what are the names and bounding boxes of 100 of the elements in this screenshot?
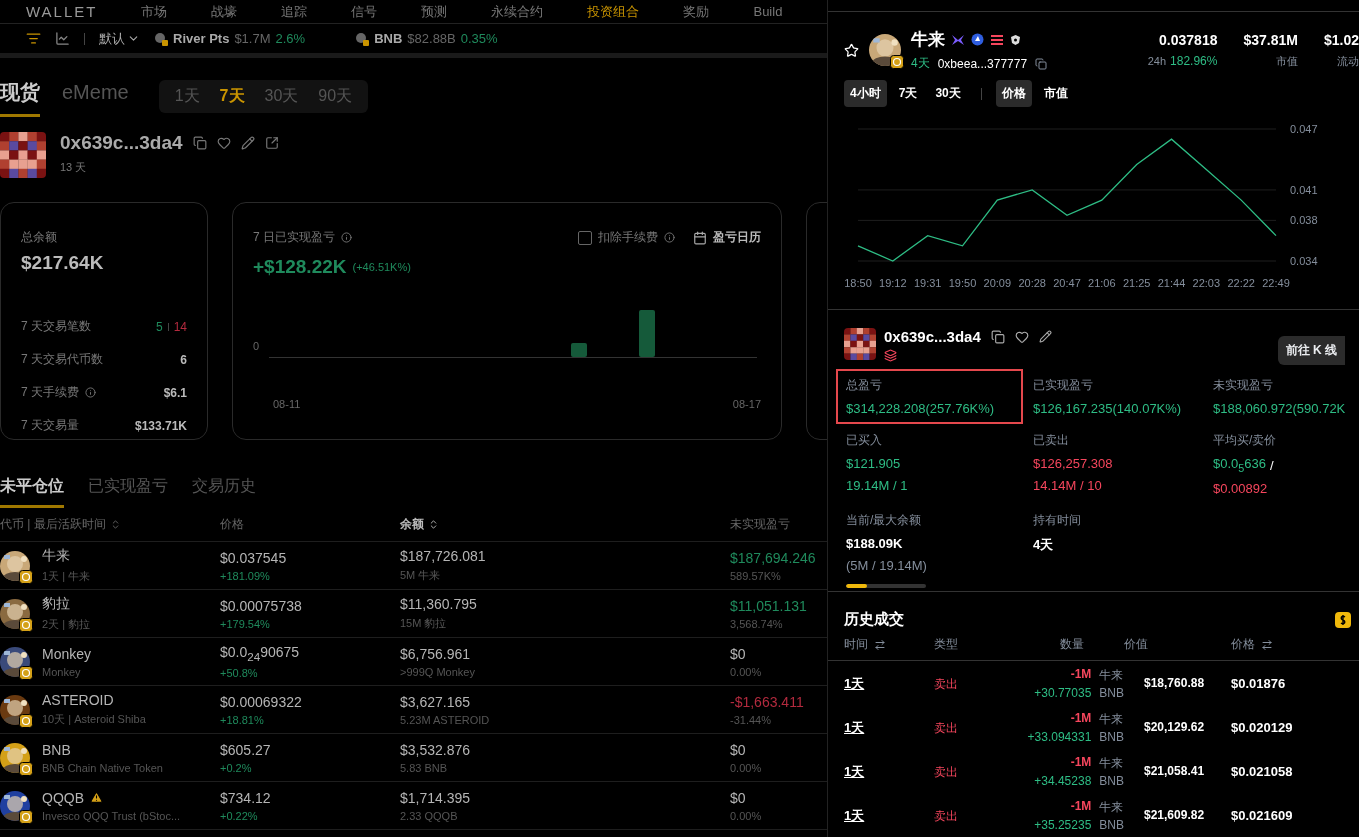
stat-label: 7 天手续费 [21, 384, 79, 401]
stat-value: 14.14M / 10 [1033, 478, 1103, 494]
column-header: 价格 [1231, 636, 1255, 653]
ticker-name[interactable]: BNB [374, 31, 403, 46]
unrealized-pnl: $0 [730, 741, 747, 758]
sort-icon[interactable] [428, 519, 439, 530]
nav-item[interactable]: 市场 [141, 2, 168, 21]
token-symbol: BNB [1099, 729, 1124, 744]
price-value: $605.27 [220, 741, 272, 758]
swap-icon[interactable] [874, 638, 886, 651]
price-value: $0.0$_{24}$90675 [220, 644, 301, 663]
token-symbol: 牛来 [1099, 710, 1124, 728]
fee-checkbox[interactable] [578, 230, 592, 245]
axis-label: 21:44 [1157, 277, 1186, 290]
period-tab[interactable]: 7天 [211, 83, 253, 109]
unrealized-pnl: $0 [730, 645, 747, 662]
chart-mode-tab[interactable]: 价格 [995, 80, 1032, 108]
stat-label: 未实现盈亏 [1213, 377, 1274, 395]
position-row[interactable]: QQQB Invesco QQQ Trust (bStoc... $734.12 +0.22% $1,714.395 2.33 QQQB $0 0.00% [0, 782, 827, 830]
calendar-link[interactable]: 盈亏日历 [713, 229, 761, 246]
edit-icon[interactable] [240, 136, 255, 150]
calendar-icon[interactable] [693, 230, 707, 245]
time-link[interactable]: 1天 [844, 719, 865, 735]
axis-label: 08-17 [732, 398, 761, 410]
position-row[interactable]: 牛来 1天 | 牛来 $0.037545 +181.09% $187,726.081 5M 牛来 $187,694.246 589.57K% [0, 542, 827, 590]
external-link-icon[interactable] [264, 136, 279, 150]
position-row[interactable]: Monkey Monkey $0.0$_{24}$90675 +50.8% $6,756.961 >999Q Monkey $0 0.00% [0, 638, 827, 686]
stat-label: 平均买/卖价 [1213, 432, 1278, 450]
token-name: 豹拉 [42, 595, 70, 613]
token-stat-label: 市值 [1275, 53, 1298, 69]
time-link[interactable]: 1天 [844, 763, 865, 779]
swap-icon[interactable] [1261, 638, 1273, 651]
time-link[interactable]: 1天 [844, 675, 865, 691]
axis-label: 22:03 [1192, 277, 1221, 290]
position-row[interactable]: ASTEROID 10天 | Asteroid Shiba $0.00069322 +18.81% $3,627.165 5.23M ASTEROID -$1,663.411 -31.44% [0, 686, 827, 734]
balance-value: $6,756.961 [400, 645, 472, 662]
sold-amount: -1M [1070, 666, 1092, 683]
nav-item[interactable]: 奖励 [683, 2, 710, 21]
dollar-badge-icon[interactable] [1335, 611, 1351, 628]
received-amount: +35.25235 [1034, 817, 1092, 832]
token-subtitle: 10天 | Asteroid Shiba [42, 712, 146, 727]
wallet-logo[interactable]: WALLET [26, 3, 98, 20]
interval-tab[interactable]: 30天 [929, 80, 967, 108]
price-change: +18.81% [220, 713, 265, 726]
edit-icon[interactable] [1038, 330, 1052, 344]
kline-button[interactable]: 前往 K 线 [1277, 336, 1345, 366]
ticker-name[interactable]: River Pts [173, 31, 230, 46]
time-link[interactable]: 1天 [844, 807, 865, 823]
nav-item[interactable]: 投资组合 [587, 2, 640, 21]
column-header[interactable]: 代币 | 最后活跃时间 [0, 516, 106, 533]
axis-label: 21:25 [1122, 277, 1151, 290]
star-icon[interactable] [844, 42, 859, 58]
token-change: 182.96% [1170, 53, 1218, 68]
nav-item[interactable]: Build [753, 4, 783, 19]
price-value: $0.037545 [220, 549, 288, 566]
interval-tab[interactable]: 4小时 [844, 80, 887, 108]
axis-label: 19:12 [879, 277, 907, 290]
interval-tab[interactable]: 7天 [892, 80, 924, 108]
token-name: ASTEROID [42, 692, 114, 708]
copy-icon[interactable] [990, 329, 1005, 344]
token-amount: 2.33 QQQB [400, 809, 459, 822]
coin-badge-icon [19, 713, 33, 728]
stat-value: $188,060.972(590.72K [1213, 401, 1346, 417]
stat-value: 4天 [1033, 535, 1055, 554]
axis-label: 0 [253, 340, 260, 352]
nav-item[interactable]: 信号 [351, 2, 378, 21]
pnl-title: 7 日已实现盈亏 [253, 229, 335, 246]
balance-label: 总余额 [21, 229, 58, 246]
position-row[interactable]: BNB BNB Chain Native Token $605.27 +0.2% $3,532.876 5.83 BNB $0 0.00% [0, 734, 827, 782]
copy-icon[interactable] [192, 136, 207, 150]
stat-value: $126,257.308 [1033, 456, 1114, 472]
trade-type: 卖出 [934, 720, 958, 735]
stat-label: 已买入 [846, 432, 883, 450]
sort-dropdown[interactable]: 默认 [99, 29, 140, 48]
nav-item[interactable]: 预测 [421, 2, 448, 21]
chart-icon[interactable] [55, 31, 70, 46]
butterfly-icon [951, 33, 965, 46]
coin-badge-icon [19, 665, 33, 680]
token-symbol: 牛来 [1099, 798, 1124, 816]
positions-tab[interactable]: 未平仓位 [0, 474, 64, 508]
chart-mode-tab[interactable]: 市值 [1037, 80, 1074, 108]
coin-badge-icon [890, 55, 904, 70]
list-icon[interactable] [26, 31, 41, 46]
ticker-change: 0.35% [460, 31, 498, 46]
balance-value: $3,627.165 [400, 693, 472, 710]
stat-value: $126,167.235(140.07K%) [1033, 401, 1183, 417]
nav-item[interactable]: 战壕 [211, 2, 238, 21]
axis-label: 20:09 [983, 277, 1012, 290]
copy-icon[interactable] [1035, 57, 1048, 70]
token-symbol: BNB [1099, 817, 1124, 832]
nav-item[interactable]: 永续合约 [491, 2, 544, 21]
heart-icon[interactable] [1014, 329, 1029, 344]
nav-item[interactable]: 追踪 [281, 2, 308, 21]
info-icon [85, 387, 96, 398]
position-row[interactable]: 豹拉 2天 | 豹拉 $0.00075738 +179.54% $11,360.795 15M 豹拉 $11,051.131 3,568.74% [0, 590, 827, 638]
stat-label: 7 天交易笔数 [21, 318, 91, 335]
heart-icon[interactable] [216, 136, 231, 150]
column-header[interactable]: 余额 [400, 516, 424, 533]
market-tab[interactable]: 现货 [0, 75, 40, 117]
price-change: +0.22% [220, 809, 259, 822]
